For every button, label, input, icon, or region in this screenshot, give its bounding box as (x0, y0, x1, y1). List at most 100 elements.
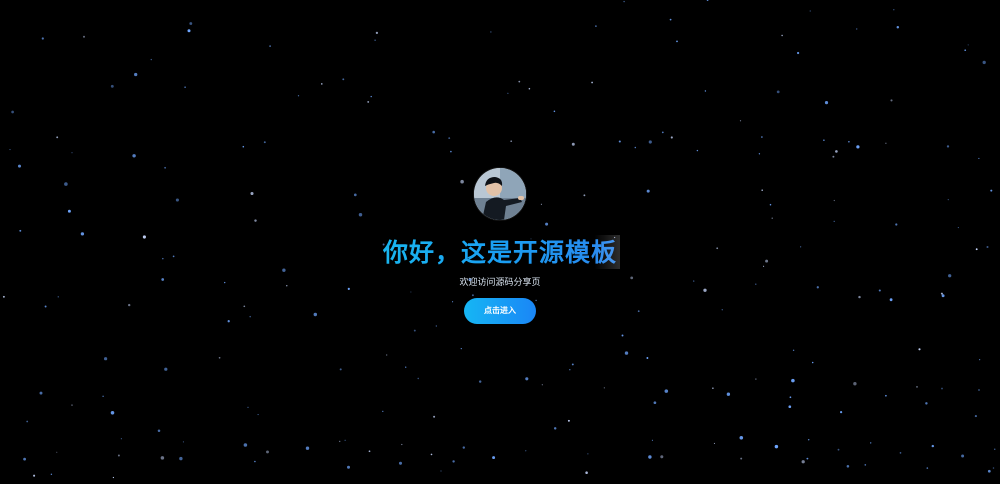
star (567, 419, 570, 422)
star (824, 101, 829, 105)
enter-button[interactable]: 点击进入 (464, 298, 536, 324)
star (254, 219, 257, 222)
star (994, 448, 996, 450)
star (242, 145, 245, 148)
star (344, 439, 346, 441)
star (646, 189, 650, 193)
star (706, 0, 709, 2)
star (739, 120, 742, 122)
star (669, 18, 672, 21)
star (398, 461, 403, 465)
star (899, 452, 902, 454)
star (603, 387, 605, 389)
star (353, 193, 357, 197)
star (941, 387, 943, 390)
star (2, 295, 5, 298)
star (634, 146, 637, 149)
star (823, 139, 825, 141)
star (585, 471, 588, 474)
star (510, 140, 513, 143)
star (103, 357, 108, 361)
star (430, 453, 433, 456)
star (417, 377, 419, 380)
star (889, 298, 893, 302)
star (83, 35, 85, 38)
star (992, 467, 995, 469)
star (462, 446, 465, 449)
star (382, 410, 384, 413)
star (648, 140, 652, 144)
star (338, 440, 341, 443)
star (313, 312, 318, 317)
star (621, 334, 624, 337)
star (583, 194, 586, 197)
star (623, 0, 625, 3)
star (788, 405, 792, 409)
star (452, 301, 454, 303)
star (56, 136, 59, 139)
star (931, 444, 935, 448)
star (160, 456, 165, 460)
star (263, 141, 266, 144)
star (771, 217, 773, 219)
star (792, 349, 795, 351)
star (990, 189, 993, 192)
star (721, 309, 723, 311)
star (979, 359, 981, 361)
star (117, 454, 120, 457)
star (370, 95, 372, 98)
star (128, 303, 131, 307)
star (11, 110, 14, 114)
star (769, 203, 772, 206)
star (660, 455, 664, 459)
star (39, 391, 43, 395)
star (591, 81, 593, 84)
star (833, 220, 835, 223)
star (250, 191, 254, 196)
page-background: 你好，这是开源模板 欢迎访问源码分享页 点击进入 (0, 0, 1000, 484)
star (44, 305, 47, 308)
star (885, 394, 887, 397)
star (41, 37, 44, 40)
star (571, 142, 575, 146)
star (646, 357, 649, 359)
star (50, 473, 53, 475)
star (410, 291, 412, 293)
star (739, 436, 744, 440)
star (870, 442, 872, 444)
star (941, 294, 945, 298)
star (518, 80, 521, 83)
star (347, 465, 350, 469)
star (796, 51, 800, 55)
star (471, 294, 474, 297)
star (249, 315, 251, 318)
star (102, 395, 104, 398)
star (967, 44, 969, 46)
star (435, 325, 437, 327)
star (71, 404, 73, 406)
star (535, 299, 537, 302)
star (17, 164, 22, 168)
star (864, 464, 867, 466)
star (342, 78, 345, 81)
star (855, 28, 858, 30)
hero-title-text: 你好，这是开源模板 (382, 238, 617, 267)
star (243, 443, 248, 447)
star (781, 34, 783, 37)
star (846, 465, 850, 468)
star (157, 429, 161, 433)
star (776, 90, 780, 94)
star (987, 469, 991, 473)
star (890, 99, 893, 102)
star (957, 227, 959, 229)
star (618, 140, 621, 143)
star (961, 454, 965, 458)
star (452, 460, 455, 463)
star (833, 199, 835, 202)
star (184, 86, 186, 89)
star (896, 26, 900, 29)
star (460, 179, 464, 184)
star (448, 137, 451, 140)
star (164, 166, 167, 169)
star (541, 384, 543, 386)
